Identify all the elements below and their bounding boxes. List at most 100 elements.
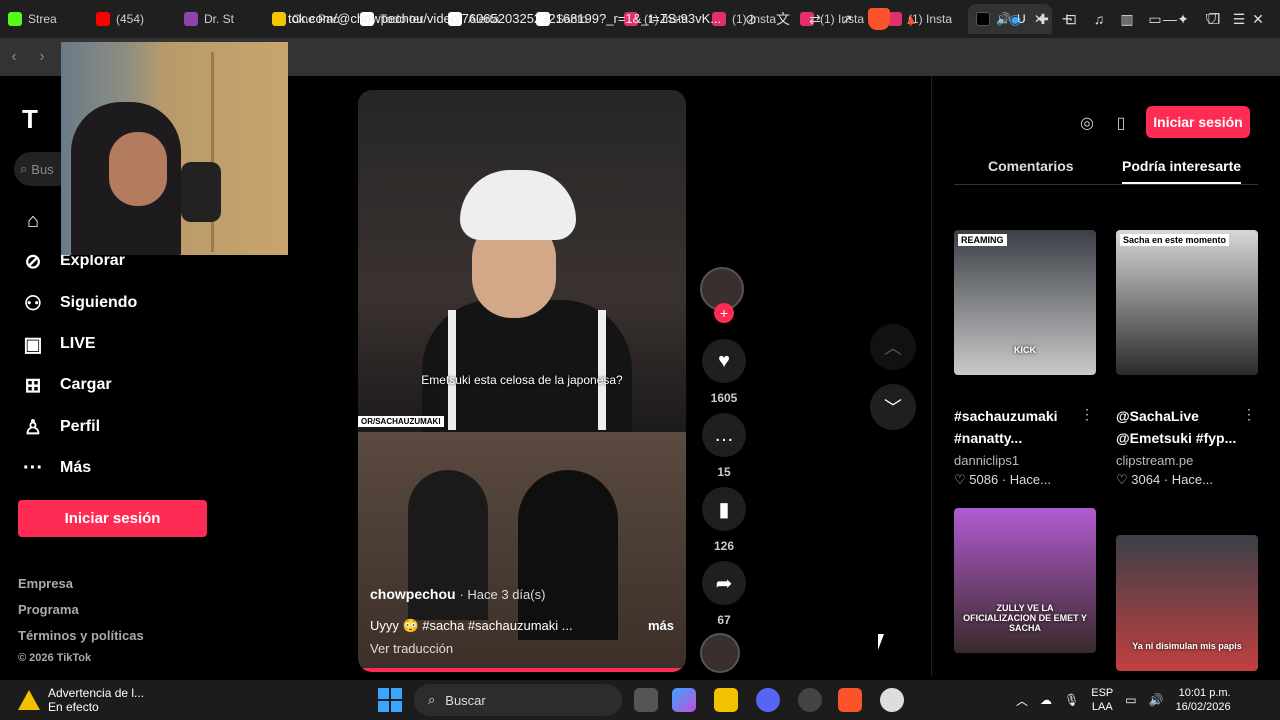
profile-icon: ♙	[24, 416, 42, 439]
video-thumbnail[interactable]: ZULLY VE LA OFICIALIZACION DE EMET Y SAC…	[954, 508, 1096, 653]
clock-time: 10:01 p.m.	[1178, 687, 1231, 699]
suggested-video-card[interactable]: REAMING KICK #sachauzumaki #nanatty... ⋮ dan…	[954, 230, 1096, 488]
tiktok-logo[interactable]: T	[22, 104, 38, 135]
coin-icon[interactable]: ◎	[1076, 112, 1098, 134]
video-thumbnail[interactable]: Sacha en este momento	[1116, 230, 1258, 375]
video-thumbnail[interactable]: REAMING KICK	[954, 230, 1096, 375]
translate-icon[interactable]: 文	[772, 8, 794, 30]
footer-link-program[interactable]: Programa	[18, 602, 79, 617]
sound-avatar[interactable]	[700, 633, 740, 673]
heart-icon[interactable]: ♥	[702, 339, 746, 383]
nav-item[interactable]: ⌂	[20, 206, 60, 236]
browser-tab[interactable]: Strea	[0, 4, 88, 34]
tab-label: Strea	[28, 12, 57, 26]
forward-icon[interactable]: ›	[28, 48, 56, 66]
volume-icon[interactable]: 🔊	[1149, 693, 1164, 707]
extensions-icon[interactable]: ✚	[1032, 8, 1054, 30]
card-title[interactable]: @SachaLive @Emetsuki #fyp...	[1116, 405, 1246, 449]
more-options-icon[interactable]: ⋮	[1242, 406, 1256, 423]
translate-link[interactable]: Ver traducción	[370, 641, 453, 656]
video-description: Uyyy 😳 #sacha #sachauzumaki ... más	[370, 618, 674, 634]
brave-shield-icon[interactable]	[868, 8, 890, 30]
install-app-icon[interactable]: ⇄	[804, 8, 826, 30]
previous-video-button[interactable]: ︿	[870, 324, 916, 370]
share-arrow-icon[interactable]: ➦	[702, 561, 746, 605]
camera-app-icon[interactable]	[880, 688, 904, 712]
sidebar-toggle-icon[interactable]: ▥	[1116, 8, 1138, 30]
nav-item[interactable]: ♙ Perfil	[20, 412, 100, 442]
share-count: 67	[717, 613, 731, 627]
screenshot-icon[interactable]: ⊡	[1060, 8, 1082, 30]
video-progress-bar[interactable]	[358, 668, 686, 672]
nav-item[interactable]: ⚇ Siguiendo	[20, 288, 137, 318]
tab-divider	[954, 184, 1258, 185]
video-thumbnail[interactable]: Ya ni disimulan mis papis	[1116, 535, 1258, 671]
more-options-icon[interactable]: ⋮	[1080, 406, 1094, 423]
brave-taskbar-icon[interactable]	[838, 688, 862, 712]
card-user[interactable]: danniclips1	[954, 453, 1096, 468]
nav-item[interactable]: ▣ LIVE	[20, 329, 96, 359]
brave-rewards-icon[interactable]: ▲	[900, 8, 922, 30]
save-action[interactable]: ▮ 126	[700, 487, 748, 553]
more-link[interactable]: más	[648, 618, 674, 634]
windows-start-icon[interactable]	[378, 688, 402, 712]
creator-avatar[interactable]: +	[700, 267, 744, 323]
obs-icon[interactable]	[798, 688, 822, 712]
footer-link-terms[interactable]: Términos y políticas	[18, 628, 144, 643]
m365-icon[interactable]	[672, 688, 696, 712]
tracking-off-icon[interactable]: ⊘	[740, 8, 762, 30]
nav-item[interactable]: ··· Más	[20, 453, 91, 483]
video-author[interactable]: chowpechou · Hace 3 día(s)	[370, 586, 545, 602]
mic-icon[interactable]: 🎙	[1064, 693, 1079, 707]
task-view-icon[interactable]	[634, 688, 658, 712]
discord-icon[interactable]	[756, 688, 780, 712]
share-action[interactable]: ➦ 67	[700, 561, 748, 627]
suggested-video-card[interactable]: Ya ni disimulan mis papis	[1116, 535, 1258, 671]
tab-suggested[interactable]: Podría interesarte	[1122, 158, 1242, 184]
url-field[interactable]: tok.com/@chowpechou/video/76065203252321…	[288, 11, 728, 26]
browser-tab[interactable]: Dr. St	[176, 4, 264, 34]
login-button[interactable]: Iniciar sesión	[18, 500, 207, 537]
comment-icon[interactable]: …	[702, 413, 746, 457]
next-video-button[interactable]: ﹀	[870, 384, 916, 430]
wallet-icon[interactable]: ▭	[1144, 8, 1166, 30]
card-title[interactable]: #sachauzumaki #nanatty...	[954, 405, 1084, 449]
device-icon[interactable]: ▯	[1110, 112, 1132, 134]
video-player[interactable]: Emetsuki esta celosa de la japonesa? OR/…	[358, 90, 686, 672]
display-icon[interactable]: ▭	[1125, 693, 1136, 707]
audio-extension-icon[interactable]: ◉	[1004, 8, 1026, 30]
suggested-video-card[interactable]: Sacha en este momento @SachaLive @Emetsuk…	[1116, 230, 1258, 488]
card-user[interactable]: clipstream.pe	[1116, 453, 1258, 468]
browser-tab[interactable]: (454)	[88, 4, 176, 34]
file-explorer-icon[interactable]	[714, 688, 738, 712]
menu-icon[interactable]: ☰	[1228, 8, 1250, 30]
language-indicator[interactable]: ESP LAA	[1091, 686, 1113, 714]
weather-warning[interactable]: Advertencia de l... En efecto	[18, 686, 144, 714]
streamer-face	[109, 132, 167, 206]
header-login-button[interactable]: Iniciar sesión	[1146, 106, 1250, 138]
comment-action[interactable]: … 15	[700, 413, 748, 479]
leo-ai-icon[interactable]: ✦	[1172, 8, 1194, 30]
search-icon: ⌕	[20, 161, 28, 176]
clock[interactable]: 10:01 p.m. 16/02/2026	[1176, 686, 1231, 714]
share-icon[interactable]: ↗	[836, 8, 858, 30]
author-name[interactable]: chowpechou	[370, 586, 456, 602]
bookmark-icon[interactable]: ▮	[702, 487, 746, 531]
back-icon[interactable]: ‹	[0, 48, 28, 66]
cloud-icon[interactable]: ☁	[1040, 693, 1052, 707]
media-icon[interactable]: ♫	[1088, 8, 1110, 30]
suggested-video-card[interactable]: ZULLY VE LA OFICIALIZACION DE EMET Y SAC…	[954, 508, 1096, 653]
address-actions: ⊘ 文 ⇄ ↗ ▲	[740, 8, 922, 30]
vpn-icon[interactable]: ⛉	[1200, 8, 1222, 30]
thumbnail-overlay-text: ZULLY VE LA OFICIALIZACION DE EMET Y SAC…	[963, 603, 1087, 633]
description-text[interactable]: Uyyy 😳 #sacha #sachauzumaki ...	[370, 618, 573, 634]
taskbar-search[interactable]: ⌕ Buscar	[414, 684, 622, 716]
card-meta: ♡ 5086 · Hace...	[954, 472, 1051, 487]
like-action[interactable]: ♥ 1605	[700, 339, 748, 405]
tab-comments[interactable]: Comentarios	[988, 158, 1074, 174]
nav-item[interactable]: ⊞ Cargar	[20, 370, 112, 400]
follow-plus-icon[interactable]: +	[714, 303, 734, 323]
chevron-up-icon[interactable]: ︿	[1016, 692, 1028, 709]
thumbnail-overlay-text: KICK	[1014, 345, 1036, 355]
footer-link-company[interactable]: Empresa	[18, 576, 73, 591]
